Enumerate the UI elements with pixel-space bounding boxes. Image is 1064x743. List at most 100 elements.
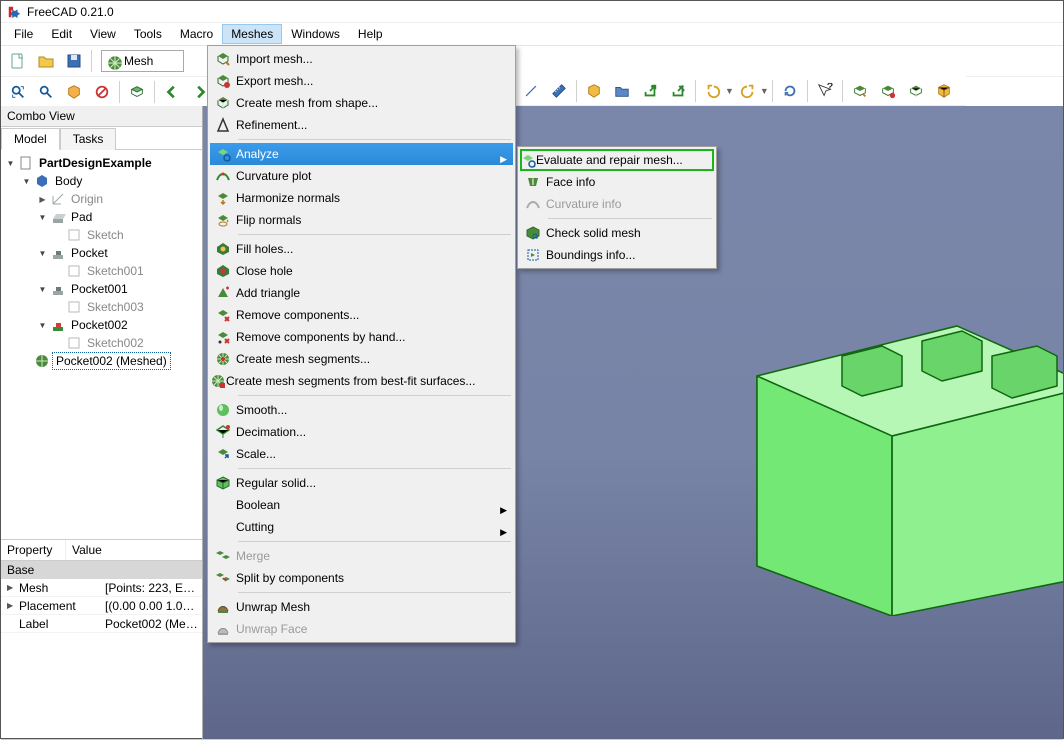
refresh-icon[interactable] [777, 78, 803, 104]
box-icon[interactable] [581, 78, 607, 104]
menu-separator [548, 218, 712, 219]
menu-item[interactable]: Create mesh from shape... [210, 92, 513, 114]
menu-item[interactable]: Cutting [210, 516, 513, 538]
undo-icon[interactable] [700, 78, 726, 104]
menu-meshes[interactable]: Meshes [222, 24, 282, 44]
new-file-button[interactable] [5, 48, 31, 74]
menu-item[interactable]: Decimation... [210, 421, 513, 443]
menu-item[interactable]: Close hole [210, 260, 513, 282]
folder-icon[interactable] [609, 78, 635, 104]
tree-origin[interactable]: Origin [68, 191, 106, 207]
menu-item[interactable]: Unwrap Mesh [210, 596, 513, 618]
dropdown-caret-icon[interactable]: ▼ [760, 86, 769, 96]
menu-item[interactable]: Add triangle [210, 282, 513, 304]
isometric-button[interactable] [61, 79, 87, 105]
menu-item[interactable]: Remove components... [210, 304, 513, 326]
workbench-selector[interactable]: Mesh [101, 50, 184, 72]
caret-right-icon[interactable] [37, 194, 48, 205]
open-file-button[interactable] [33, 48, 59, 74]
menu-item[interactable]: Smooth... [210, 399, 513, 421]
caret-down-icon[interactable] [37, 284, 48, 295]
measure-icon[interactable] [546, 78, 572, 104]
mesh-fromshape-tb-icon[interactable] [903, 78, 929, 104]
caret-down-icon[interactable] [37, 212, 48, 223]
group-link-icon[interactable] [665, 78, 691, 104]
prop-value: [Points: 223, Edges [101, 579, 202, 597]
prop-row-mesh[interactable]: Mesh [Points: 223, Edges [1, 579, 202, 597]
menu-view[interactable]: View [81, 24, 125, 44]
fit-selection-button[interactable] [33, 79, 59, 105]
menu-windows[interactable]: Windows [282, 24, 349, 44]
menu-item[interactable]: Export mesh... [210, 70, 513, 92]
whats-this-icon[interactable]: ? [812, 78, 838, 104]
prop-row-label[interactable]: Label Pocket002 (Meshe [1, 615, 202, 633]
tree-sketch001[interactable]: Sketch001 [84, 263, 147, 279]
tree-pocket001[interactable]: Pocket001 [68, 281, 131, 297]
tree-pad[interactable]: Pad [68, 209, 95, 225]
menu-item[interactable]: Flip normals [210, 209, 513, 231]
caret-down-icon[interactable] [37, 320, 48, 331]
tree-pocket002[interactable]: Pocket002 [68, 317, 131, 333]
prop-row-placement[interactable]: Placement [(0.00 0.00 1.00); 0. [1, 597, 202, 615]
menu-item[interactable]: Analyze [210, 143, 513, 165]
mesh-regular-tb-icon[interactable] [931, 78, 957, 104]
menu-item-label: Cutting [236, 520, 491, 534]
tree-body[interactable]: Body [52, 173, 85, 189]
menu-item[interactable]: Boolean [210, 494, 513, 516]
submenu-item[interactable]: Evaluate and repair mesh... [520, 149, 714, 171]
menu-item[interactable]: Fill holes... [210, 238, 513, 260]
submenu-item[interactable]: Check solid mesh [520, 222, 714, 244]
menu-item[interactable]: Split by components [210, 567, 513, 589]
link-out-icon[interactable] [637, 78, 663, 104]
menu-item[interactable]: Import mesh... [210, 48, 513, 70]
redo-icon[interactable] [735, 78, 761, 104]
dropdown-caret-icon[interactable]: ▼ [725, 86, 734, 96]
menu-item[interactable]: Scale... [210, 443, 513, 465]
mesh-export-tb-icon[interactable] [875, 78, 901, 104]
menu-item[interactable]: Create mesh segments... [210, 348, 513, 370]
tree-sketch003[interactable]: Sketch003 [84, 299, 147, 315]
draft-icon[interactable] [518, 78, 544, 104]
mesh-import-tb-icon[interactable] [847, 78, 873, 104]
menu-item-label: Decimation... [236, 425, 491, 439]
model-tree[interactable]: PartDesignExample Body Origin [1, 150, 202, 539]
menu-separator [238, 592, 511, 593]
menu-edit[interactable]: Edit [42, 24, 81, 44]
tab-model[interactable]: Model [1, 128, 60, 150]
menu-item-icon [210, 117, 236, 133]
tree-sketch002[interactable]: Sketch002 [84, 335, 147, 351]
menu-item-icon [210, 329, 236, 345]
tree-mesh-node[interactable]: Pocket002 (Meshed) [52, 352, 171, 370]
submenu-item[interactable]: Boundings info... [520, 244, 714, 266]
menu-item[interactable]: Refinement... [210, 114, 513, 136]
sketch-icon [66, 263, 82, 279]
tree-document[interactable]: PartDesignExample [36, 155, 155, 171]
caret-down-icon[interactable] [5, 158, 16, 169]
menu-item[interactable]: Remove components by hand... [210, 326, 513, 348]
rotate-view-button[interactable] [124, 79, 150, 105]
fit-all-button[interactable] [5, 79, 31, 105]
submenu-item[interactable]: iFace info [520, 171, 714, 193]
menu-item[interactable]: Curvature plot [210, 165, 513, 187]
tree-pocket[interactable]: Pocket [68, 245, 111, 261]
pocket-icon [50, 281, 66, 297]
tree-sketch[interactable]: Sketch [84, 227, 127, 243]
submenu-item-label: Check solid mesh [546, 226, 692, 240]
menu-item[interactable]: Regular solid... [210, 472, 513, 494]
menu-item[interactable]: Create mesh segments from best-fit surfa… [210, 370, 513, 392]
origin-icon [50, 191, 66, 207]
tab-tasks[interactable]: Tasks [60, 128, 117, 150]
menu-tools[interactable]: Tools [125, 24, 171, 44]
save-file-button[interactable] [61, 48, 87, 74]
nav-back-button[interactable] [159, 79, 185, 105]
caret-down-icon[interactable] [21, 176, 32, 187]
sketch-icon [66, 227, 82, 243]
menu-help[interactable]: Help [349, 24, 392, 44]
menu-separator [238, 395, 511, 396]
prop-value: Pocket002 (Meshe [101, 615, 202, 633]
menu-macro[interactable]: Macro [171, 24, 222, 44]
caret-down-icon[interactable] [37, 248, 48, 259]
no-entry-icon[interactable] [89, 79, 115, 105]
menu-item[interactable]: Harmonize normals [210, 187, 513, 209]
menu-file[interactable]: File [5, 24, 42, 44]
